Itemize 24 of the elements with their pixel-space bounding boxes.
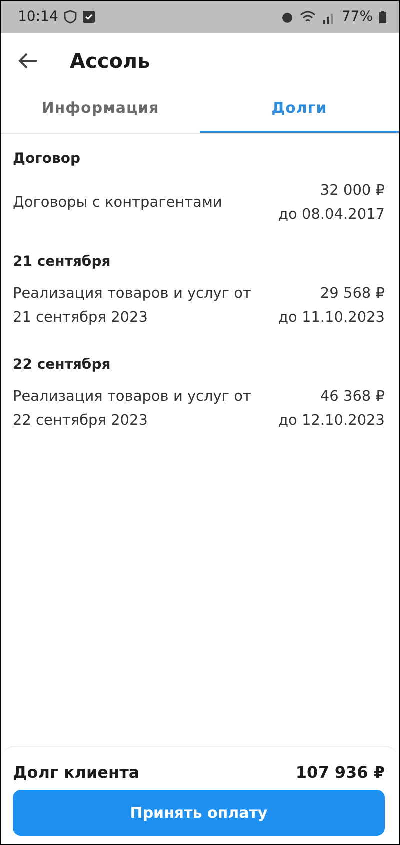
- group-title: 22 сентября: [13, 356, 112, 375]
- total-amount: 107 936 ₽: [296, 763, 385, 782]
- debt-name: Реализация товаров и услуг от 22 сентября 2023: [13, 388, 252, 431]
- debt-amount: 29 568 ₽: [320, 285, 385, 304]
- battery-icon: [379, 10, 387, 24]
- debt-name: Реализация товаров и услуг от 21 сентября 2023: [13, 285, 252, 328]
- tab[interactable]: Информация: [1, 89, 200, 133]
- battery-percent: 77%: [342, 9, 373, 25]
- accept-payment-button[interactable]: Принять оплату: [13, 790, 385, 836]
- total-label: Долг клиента: [13, 763, 140, 782]
- debt-name: Договоры с контрагентами: [13, 194, 222, 213]
- status-time: 10:14: [18, 9, 58, 25]
- page-title: Ассоль: [70, 49, 150, 73]
- checkbox-icon: [83, 11, 96, 23]
- wifi-icon: [300, 10, 316, 24]
- debt-amount: 32 000 ₽: [320, 182, 385, 201]
- due-date: до 11.10.2023: [278, 309, 385, 328]
- due-date: до 12.10.2023: [278, 412, 385, 431]
- due-date: до 08.04.2017: [278, 206, 385, 225]
- tab[interactable]: Долги: [200, 89, 399, 133]
- shield-icon: [64, 10, 78, 24]
- group-title: 21 сентября: [13, 253, 112, 272]
- group-title: Договор: [13, 150, 82, 169]
- debt-amount: 46 368 ₽: [320, 388, 385, 407]
